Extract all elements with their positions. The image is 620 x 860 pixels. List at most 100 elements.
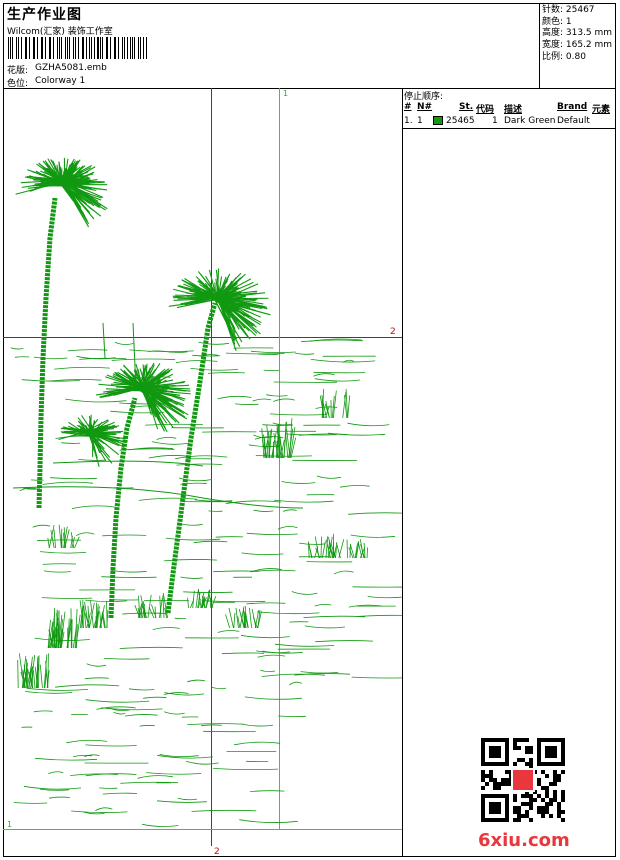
- qr-module: [553, 778, 557, 782]
- embroidery-artwork: [10, 157, 402, 827]
- barcode-bar: [97, 37, 99, 59]
- ground-stroke: [71, 810, 128, 813]
- qr-module: [513, 810, 517, 814]
- row-description: Dark Green: [504, 116, 556, 126]
- ground-stroke: [25, 691, 73, 694]
- grass-blade: [33, 670, 36, 689]
- grass-blade: [147, 594, 152, 619]
- ground-stroke: [178, 522, 203, 526]
- grass-blade: [51, 621, 54, 649]
- barcode-bar: [69, 37, 71, 59]
- qr-module: [505, 770, 509, 774]
- qr-module: [529, 750, 533, 754]
- ground-stroke: [148, 455, 192, 459]
- qr-module: [541, 786, 545, 790]
- table-bottom-divider: [402, 128, 616, 129]
- qr-module: [537, 810, 541, 814]
- qr-module: [557, 806, 561, 810]
- ground-stroke: [186, 679, 206, 683]
- barcode-bar: [50, 37, 52, 59]
- barcode-bar: [28, 37, 30, 59]
- row-code: 1: [492, 116, 498, 126]
- ground-stroke: [340, 485, 370, 488]
- ground-stroke: [177, 797, 198, 801]
- ground-stroke: [26, 687, 89, 691]
- ground-stroke: [180, 576, 203, 579]
- qr-module: [537, 806, 541, 810]
- qr-module: [553, 790, 557, 794]
- color-count: 颜色: 1: [542, 16, 572, 27]
- barcode-bar: [15, 37, 18, 59]
- ground-stroke: [273, 499, 334, 503]
- ground-stroke: [71, 505, 116, 509]
- qr-module: [541, 798, 545, 802]
- ground-stroke: [42, 563, 77, 565]
- row-needle: 1: [417, 116, 423, 126]
- qr-module: [529, 802, 533, 806]
- ground-stroke: [119, 646, 183, 649]
- qr-module: [545, 794, 549, 798]
- qr-module: [489, 778, 493, 782]
- qr-module: [561, 818, 565, 822]
- ground-stroke: [102, 534, 147, 537]
- qr-module: [481, 774, 485, 778]
- grass-blade: [228, 607, 234, 629]
- ground-stroke: [185, 760, 219, 765]
- ground-stroke: [156, 436, 177, 440]
- ground-stroke: [289, 681, 302, 686]
- ground-stroke: [152, 441, 190, 445]
- ground-stroke: [33, 356, 68, 360]
- ground-stroke: [101, 707, 163, 711]
- col-header-needle: N#: [417, 102, 433, 112]
- ground-stroke: [239, 819, 298, 823]
- ground-stroke: [67, 349, 108, 352]
- qr-module: [525, 738, 529, 742]
- grass-blade: [251, 608, 257, 629]
- stitch-count: 针数: 25467: [542, 5, 595, 15]
- qr-module: [521, 794, 525, 798]
- grass-blade: [346, 539, 348, 559]
- grass-blade: [187, 597, 189, 609]
- qr-finder: [489, 802, 501, 814]
- grass-blade: [225, 614, 231, 629]
- ground-stroke: [294, 352, 315, 355]
- qr-module: [553, 782, 557, 786]
- ground-stroke: [272, 422, 293, 426]
- ground-stroke: [103, 658, 150, 660]
- ground-stroke: [128, 688, 155, 691]
- page-title: 生产作业图: [7, 7, 82, 23]
- palm-shoot: [102, 322, 106, 359]
- ground-stroke: [86, 663, 107, 667]
- design-value: GZHA5081.emb: [35, 63, 107, 73]
- barcode-bar: [117, 37, 120, 59]
- qr-module: [529, 798, 533, 802]
- ground-stroke: [347, 422, 390, 427]
- ground-stroke: [75, 532, 95, 537]
- qr-module: [541, 806, 545, 810]
- ground-stroke: [351, 676, 402, 679]
- ground-stroke: [252, 398, 272, 402]
- qr-module: [517, 806, 521, 810]
- qr-module: [545, 802, 549, 806]
- qr-module: [561, 798, 565, 802]
- ground-stroke: [348, 512, 402, 515]
- colorway-value: Colorway 1: [35, 76, 86, 86]
- ground-stroke: [139, 725, 155, 727]
- ground-stroke: [164, 711, 185, 715]
- barcode-bar: [109, 37, 111, 59]
- grass-blade: [336, 542, 341, 559]
- ground-stroke: [235, 403, 259, 405]
- barcode-bar: [90, 37, 92, 59]
- ground-stroke: [111, 358, 176, 361]
- ground-stroke: [213, 768, 279, 771]
- qr-module: [513, 818, 517, 822]
- qr-module: [545, 786, 549, 790]
- ground-stroke: [198, 341, 230, 345]
- qr-module: [537, 794, 541, 798]
- grass-blade: [47, 537, 50, 549]
- ground-stroke: [33, 710, 53, 713]
- qr-module: [525, 762, 529, 766]
- qr-module: [529, 806, 533, 810]
- ground-stroke: [76, 355, 116, 360]
- ground-stroke: [212, 601, 235, 604]
